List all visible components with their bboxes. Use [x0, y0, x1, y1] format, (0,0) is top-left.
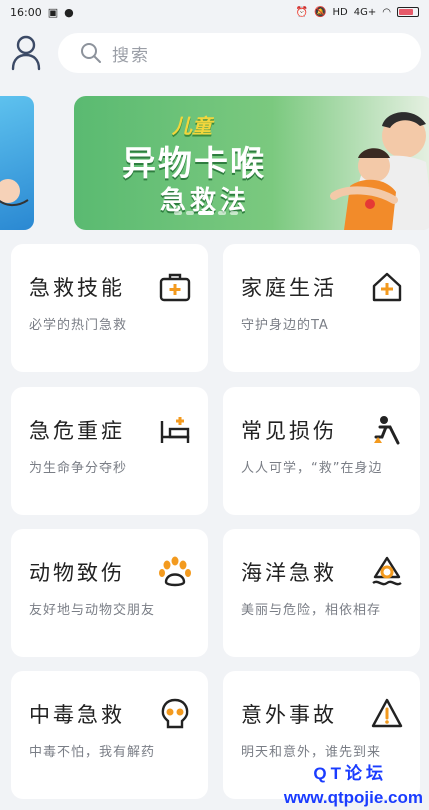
top-bar: 搜索: [0, 30, 429, 80]
card-animal-injuries[interactable]: 动物致伤 友好地与动物交朋友: [11, 529, 208, 657]
card-title: 海洋急救: [241, 561, 337, 585]
card-subtitle: 为生命争分夺秒: [29, 461, 128, 476]
search-bar[interactable]: 搜索: [58, 33, 421, 73]
card-subtitle: 人人可学，“救”在身边: [241, 461, 383, 476]
card-subtitle: 美丽与危险，相依相存: [241, 603, 382, 618]
watermark-line-1: QT论坛: [313, 764, 387, 783]
profile-icon[interactable]: [10, 35, 42, 71]
mute-icon: 🔕: [314, 6, 327, 18]
banner-title: 异物卡喉: [122, 144, 266, 184]
banner-dot[interactable]: [198, 211, 214, 215]
card-subtitle: 中毒不怕，我有解药: [29, 745, 156, 760]
card-poisoning[interactable]: 中毒急救 中毒不怕，我有解药: [11, 671, 208, 799]
wifi-icon: ◠: [382, 6, 391, 18]
battery-icon: [397, 7, 419, 17]
skull-icon: [161, 698, 189, 729]
alarm-icon: ⏰: [295, 6, 309, 18]
banner-dot[interactable]: [174, 211, 182, 215]
warning-icon: [371, 698, 403, 728]
search-placeholder: 搜索: [112, 45, 150, 66]
card-subtitle: 明天和意外，谁先到来: [241, 745, 382, 760]
banner-dot[interactable]: [218, 211, 226, 215]
card-subtitle: 守护身边的TA: [241, 318, 329, 333]
card-subtitle: 友好地与动物交朋友: [29, 603, 156, 618]
first-aid-kit-icon: [159, 273, 191, 302]
previous-banner-slide[interactable]: [0, 96, 34, 230]
card-title: 常见损伤: [241, 419, 337, 443]
card-subtitle: 必学的热门急救: [29, 318, 128, 333]
card-critical-illness[interactable]: 急危重症 为生命争分夺秒: [11, 387, 208, 515]
card-title: 家庭生活: [241, 276, 337, 300]
battery-level: [399, 9, 413, 15]
banner-dot[interactable]: [230, 211, 238, 215]
banner-child-choking[interactable]: 儿童 异物卡喉 急救法: [74, 96, 429, 230]
card-title: 动物致伤: [29, 561, 125, 585]
hospital-bed-icon: [160, 417, 190, 443]
injured-person-icon: [374, 416, 400, 445]
status-bar: 16:00 ▣ ● ⏰ 🔕 HD 4G+ ◠: [0, 0, 429, 24]
banner-tag: 儿童: [172, 114, 212, 138]
search-icon: [81, 43, 101, 63]
watermark-line-2: www.qtpojie.com: [283, 788, 423, 807]
card-ocean-first-aid[interactable]: 海洋急救 美丽与危险，相依相存: [223, 529, 420, 657]
paw-icon: [159, 556, 191, 587]
card-family-life[interactable]: 家庭生活 守护身边的TA: [223, 244, 420, 372]
card-title: 急危重症: [29, 419, 125, 443]
card-first-aid-skills[interactable]: 急救技能 必学的热门急救: [11, 244, 208, 372]
hd-icon: HD: [332, 6, 348, 18]
card-title: 急救技能: [29, 276, 125, 300]
watermark: QT论坛 www.qtpojie.com: [284, 762, 423, 810]
card-title: 意外事故: [241, 703, 337, 727]
network-label: 4G+: [353, 6, 377, 18]
card-title: 中毒急救: [29, 703, 125, 727]
banner-pagination: [174, 211, 238, 215]
card-common-injuries[interactable]: 常见损伤 人人可学，“救”在身边: [223, 387, 420, 515]
image-notification-icon: ▣: [47, 5, 59, 19]
house-plus-icon: [372, 272, 402, 302]
wechat-icon: ●: [64, 5, 74, 19]
banner-dot[interactable]: [186, 211, 194, 215]
ocean-buoy-icon: [372, 556, 402, 586]
status-time: 16:00: [10, 5, 42, 19]
